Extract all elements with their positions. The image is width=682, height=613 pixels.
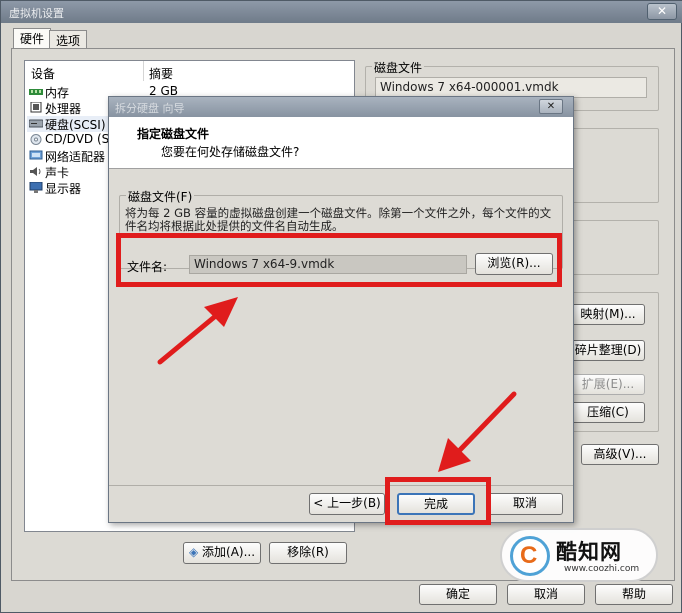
highlight-box-file-name [116,233,562,287]
cancel-button[interactable]: 取消 [507,584,585,605]
logo-letter: C [520,542,538,569]
remove-device-button[interactable]: 移除(R) [269,542,347,564]
disk-file-group-title: 磁盘文件 [372,59,425,76]
expand-button[interactable]: 扩展(E)... [571,374,645,395]
device-name: 声卡 [45,166,70,180]
advanced-button[interactable]: 高级(V)... [581,444,659,465]
device-name: 硬盘(SCSI) [45,118,106,132]
back-button[interactable]: < 上一步(B) [309,493,385,515]
device-name: 处理器 [45,102,82,116]
disk-file-field[interactable]: Windows 7 x64-000001.vmdk [375,77,647,98]
cd-dvd-icon [30,134,42,145]
dialog-header: 指定磁盘文件 您要在何处存储磁盘文件? [109,117,573,169]
fieldset-description: 将为每 2 GB 容量的虚拟磁盘创建一个磁盘文件。除第一个文件之外，每个文件的文… [125,206,552,233]
compress-button[interactable]: 压缩(C) [571,402,645,423]
device-name: CD/DVD (SA [45,132,118,146]
dialog-cancel-button[interactable]: 取消 [487,493,563,515]
column-header-summary[interactable]: 摘要 [149,65,173,82]
window-titlebar[interactable]: 虚拟机设置 ✕ [1,1,682,23]
shield-icon: ◈ [188,545,199,559]
memory-icon [29,89,43,95]
tab-options[interactable]: 选项 [49,30,88,48]
device-name: 显示器 [45,182,82,196]
window-title: 虚拟机设置 [9,7,64,20]
dialog-heading: 指定磁盘文件 [137,127,210,141]
display-icon [29,182,43,193]
highlight-box-finish [385,477,491,525]
dialog-titlebar[interactable]: 拆分硬盘 向导 ✕ [109,97,573,117]
coozhi-logo-icon: C [510,536,550,576]
specify-disk-file-dialog: 拆分硬盘 向导 ✕ 指定磁盘文件 您要在何处存储磁盘文件? 磁盘文件(F) 将为… [108,96,574,523]
dialog-title: 拆分硬盘 向导 [115,102,185,115]
map-button[interactable]: 映射(M)... [571,304,645,325]
window-close-button[interactable]: ✕ [647,3,677,20]
device-name: 网络适配器 [45,150,106,164]
column-divider [143,61,144,81]
tab-hardware[interactable]: 硬件 [13,28,52,49]
processor-icon [30,102,42,113]
dialog-subheading: 您要在何处存储磁盘文件? [161,145,300,159]
dialog-close-button[interactable]: ✕ [539,99,563,114]
fieldset-title: 磁盘文件(F) [126,188,195,205]
coozhi-watermark: C 酷知网 www.coozhi.com [500,528,658,582]
watermark-name: 酷知网 [556,540,622,564]
dialog-separator [109,485,573,486]
defragment-button[interactable]: 碎片整理(D) [571,340,645,361]
ok-button[interactable]: 确定 [419,584,497,605]
help-button[interactable]: 帮助 [595,584,673,605]
add-device-label: 添加(A)... [202,545,256,559]
hard-disk-icon [29,119,43,128]
column-header-device[interactable]: 设备 [31,65,55,82]
network-adapter-icon [29,150,43,160]
watermark-url: www.coozhi.com [564,564,640,574]
sound-card-icon [30,167,41,176]
device-name: 内存 [45,86,70,100]
add-device-button[interactable]: ◈ 添加(A)... [183,542,261,564]
